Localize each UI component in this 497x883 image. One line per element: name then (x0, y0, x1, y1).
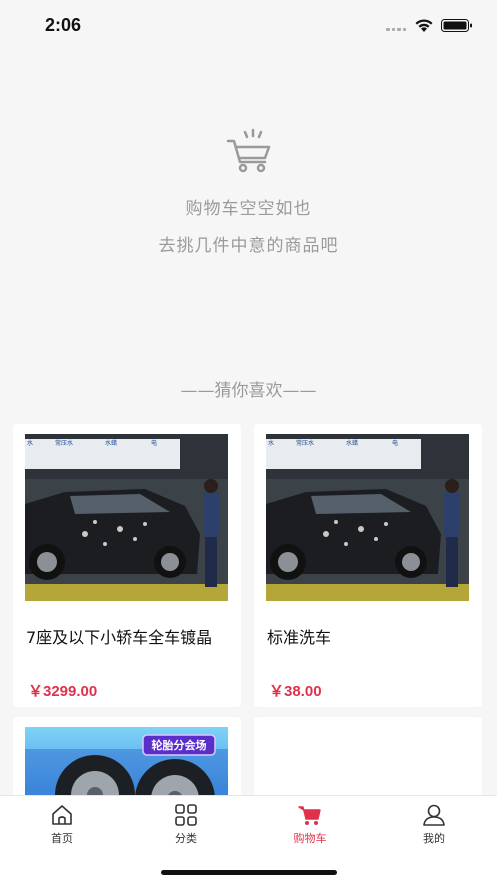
status-bar: 2:06 (0, 0, 497, 50)
empty-cart-section: 购物车空空如也 去挑几件中意的商品吧 (0, 128, 497, 256)
tab-mine-label: 我的 (423, 832, 445, 845)
svg-text:电: 电 (392, 439, 398, 447)
empty-cart-hint: 去挑几件中意的商品吧 (158, 236, 339, 256)
tire-promo-badge: 轮胎分会场 (151, 739, 207, 752)
product-price: ￥38.00 (269, 683, 322, 700)
tab-home-label: 首页 (51, 832, 73, 845)
product-card[interactable]: 轮胎分会场 (13, 717, 241, 807)
user-icon (423, 804, 445, 826)
tab-home[interactable]: 首页 (17, 804, 107, 846)
svg-text:水: 水 (268, 439, 274, 447)
product-image[interactable]: 水 常压水 水蜡 电 (266, 434, 469, 601)
shopping-cart-icon (226, 128, 270, 173)
product-image[interactable]: 水 常压水 水蜡 电 (25, 434, 228, 601)
cellular-signal-icon (386, 28, 406, 32)
svg-text:水: 水 (27, 439, 33, 447)
recommend-title: ——猜你喜欢—— (180, 381, 317, 401)
svg-text:电: 电 (151, 439, 157, 447)
product-name[interactable]: 标准洗车 (267, 623, 472, 652)
product-card[interactable] (254, 717, 482, 807)
battery-icon (441, 19, 472, 32)
grid-icon (175, 804, 197, 826)
tab-mine[interactable]: 我的 (389, 804, 479, 846)
cart-icon (298, 806, 321, 825)
empty-cart-message: 购物车空空如也 (185, 199, 312, 219)
svg-text:常压水: 常压水 (296, 439, 314, 447)
status-time: 2:06 (45, 15, 82, 35)
product-card[interactable]: 水 常压水 水蜡 电 7座及以下小轿车全车镀晶 ￥3299.00 (13, 424, 241, 707)
tab-category[interactable]: 分类 (141, 804, 231, 846)
product-card[interactable]: 水 常压水 水蜡 电 标准洗车 ￥38.00 (254, 424, 482, 707)
tab-cart-label: 购物车 (293, 832, 327, 845)
tab-cart[interactable]: 购物车 (265, 804, 355, 846)
home-icon (52, 805, 72, 825)
product-name[interactable]: 7座及以下小轿车全车镀晶 (26, 623, 231, 652)
svg-text:水蜡: 水蜡 (346, 439, 358, 447)
product-price: ￥3299.00 (28, 683, 98, 700)
svg-text:常压水: 常压水 (55, 439, 73, 447)
home-indicator[interactable] (161, 870, 337, 875)
wifi-icon (415, 19, 433, 32)
tab-category-label: 分类 (175, 832, 197, 845)
svg-text:水蜡: 水蜡 (105, 439, 117, 447)
